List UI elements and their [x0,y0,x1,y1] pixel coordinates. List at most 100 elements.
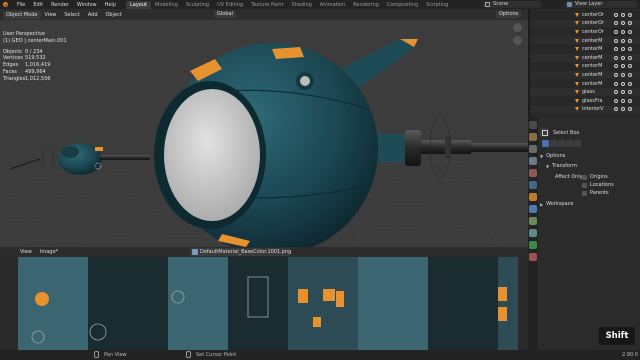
eye-icon[interactable] [621,98,625,103]
mode-intersect-icon[interactable] [574,140,581,147]
select-toggle-icon[interactable] [614,55,618,60]
transform-orientation-dropdown[interactable]: Global [214,11,236,18]
outliner-item[interactable]: centerM [530,36,640,45]
select-toggle-icon[interactable] [614,29,618,34]
eye-icon[interactable] [621,47,625,52]
object-tab-icon[interactable] [529,193,537,201]
outliner-item[interactable]: centerOr [530,19,640,28]
3d-viewport[interactable]: Object Mode View Select Add Object Globa… [0,9,528,247]
outliner-item[interactable]: centerM [530,63,640,71]
image-datablock-field[interactable]: DefaultMaterial_BaseColor.1001.png [190,248,291,256]
physics-tab-icon[interactable] [529,217,537,225]
viewport-menu-object[interactable]: Object [102,12,126,18]
select-toggle-icon[interactable] [614,107,618,112]
camera-icon[interactable] [628,21,632,26]
locations-checkbox[interactable]: Locations [582,182,614,188]
tab-texture-paint[interactable]: Texture Paint [247,1,287,9]
menu-render[interactable]: Render [47,2,73,8]
select-toggle-icon[interactable] [614,21,618,26]
select-toggle-icon[interactable] [614,72,618,77]
tab-scripting[interactable]: Scripting [422,1,452,9]
outliner-panel[interactable]: centerOr centerOr centerOr centerM centerM ce… [530,9,640,117]
select-toggle-icon[interactable] [614,98,618,103]
checkbox-box[interactable] [582,190,587,196]
eye-icon[interactable] [621,55,625,60]
tab-layout[interactable]: Layout [126,0,151,9]
outliner-item[interactable]: centerM [530,54,640,62]
viewport-menu-select[interactable]: Select [60,12,83,18]
outliner-item[interactable]: glass [530,88,640,96]
tab-compositing[interactable]: Compositing [383,1,422,9]
outliner-item[interactable]: centerOr [530,28,640,36]
image-menu-image[interactable]: Image* [36,249,62,255]
camera-icon[interactable] [628,72,632,77]
zoom-gizmo-icon[interactable] [513,23,522,32]
eye-icon[interactable] [621,29,625,34]
tab-uv-editing[interactable]: UV Editing [213,1,247,9]
eye-icon[interactable] [621,81,625,86]
menu-file[interactable]: File [13,2,29,8]
eye-icon[interactable] [621,12,625,17]
scene-selector[interactable]: Scene [483,1,541,8]
mode-set-icon[interactable] [542,140,549,147]
mode-extend-icon[interactable] [550,140,557,147]
modifier-tab-icon[interactable] [529,205,537,213]
outliner-item[interactable]: centerM [530,45,640,53]
pan-gizmo-icon[interactable] [513,36,522,45]
select-toggle-icon[interactable] [614,64,618,69]
eye-icon[interactable] [621,21,625,26]
camera-icon[interactable] [628,47,632,52]
outliner-item[interactable]: centerM [530,71,640,79]
tab-modeling[interactable]: Modeling [151,1,182,9]
camera-icon[interactable] [628,64,632,69]
scene-tab-icon[interactable] [529,169,537,177]
transform-subpanel-header[interactable]: ▼ Transform [546,163,577,169]
image-menu-view[interactable]: View [16,249,36,255]
checkbox-box[interactable] [582,174,587,180]
eye-icon[interactable] [621,64,625,69]
tab-rendering[interactable]: Rendering [349,1,383,9]
camera-icon[interactable] [628,55,632,60]
view-layer-tab-icon[interactable] [529,157,537,165]
tool-tab-icon[interactable] [529,121,537,129]
outliner-item[interactable]: centerM [530,80,640,88]
parents-checkbox[interactable]: Parents [582,190,609,196]
select-toggle-icon[interactable] [614,90,618,95]
render-tab-icon[interactable] [529,133,537,141]
menu-edit[interactable]: Edit [29,2,47,8]
tab-shading[interactable]: Shading [287,1,315,9]
camera-icon[interactable] [628,12,632,17]
properties-panel[interactable]: Select Box ▼ Options ▼ Transform Affect … [538,117,640,350]
viewport-menu-view[interactable]: View [41,12,61,18]
eye-icon[interactable] [621,72,625,77]
select-toggle-icon[interactable] [614,12,618,17]
data-tab-icon[interactable] [529,241,537,249]
origins-checkbox[interactable]: Origins [582,174,608,180]
eye-icon[interactable] [621,90,625,95]
mode-invert-icon[interactable] [566,140,573,147]
eye-icon[interactable] [621,107,625,112]
menu-window[interactable]: Window [73,2,101,8]
viewport-menu-add[interactable]: Add [84,12,102,18]
camera-icon[interactable] [628,38,632,43]
material-tab-icon[interactable] [529,253,537,261]
output-tab-icon[interactable] [529,145,537,153]
camera-icon[interactable] [628,107,632,112]
checkbox-box[interactable] [582,182,587,188]
camera-icon[interactable] [628,29,632,34]
options-panel-header[interactable]: ▼ Options [540,153,565,159]
tab-animation[interactable]: Animation [316,1,350,9]
workspace-panel-header[interactable]: ▶ Workspace [540,201,573,207]
camera-icon[interactable] [628,98,632,103]
select-toggle-icon[interactable] [614,81,618,86]
camera-icon[interactable] [628,90,632,95]
eye-icon[interactable] [621,38,625,43]
constraints-tab-icon[interactable] [529,229,537,237]
blender-logo-icon[interactable] [2,1,10,8]
image-editor[interactable]: View Image* DefaultMaterial_BaseColor.10… [0,247,528,350]
menu-help[interactable]: Help [101,2,120,8]
outliner-item[interactable]: glassFra [530,97,640,105]
outliner-item[interactable]: centerOr [530,11,640,19]
outliner-item[interactable]: interiorV [530,105,640,114]
camera-icon[interactable] [628,81,632,86]
